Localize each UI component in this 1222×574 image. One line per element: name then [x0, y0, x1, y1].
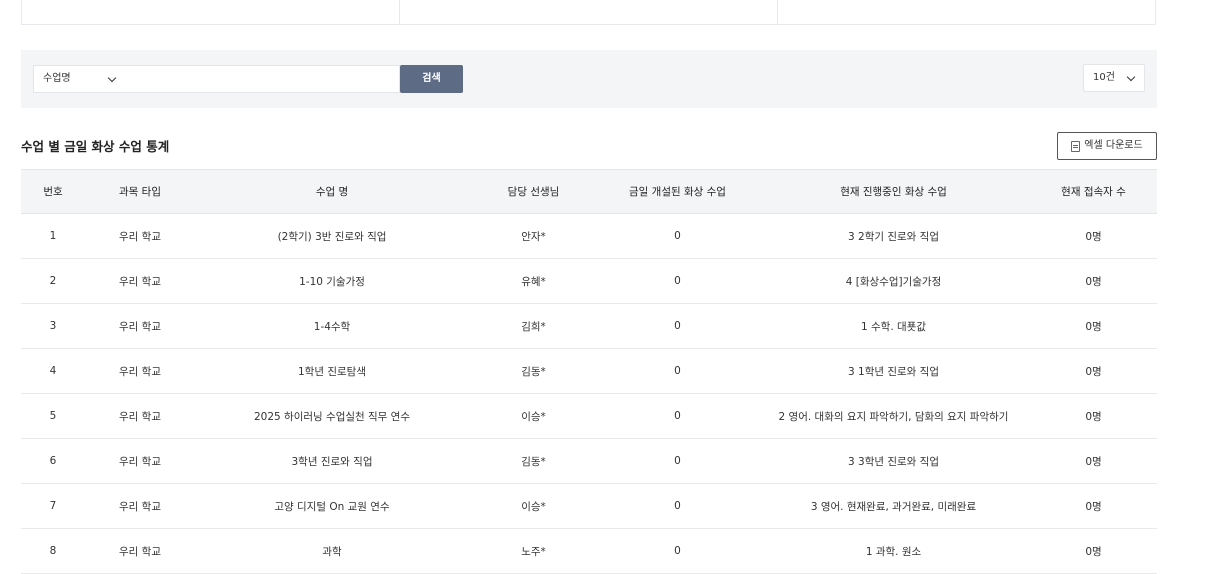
header-opened-today: 금일 개설된 화상 수업 [598, 169, 757, 214]
cell-number: 6 [21, 438, 85, 484]
excel-download-label: 엑셀 다운로드 [1084, 140, 1143, 151]
cell-in-progress: 1 수학. 대푯값 [757, 303, 1030, 349]
cell-teacher: 이승* [469, 393, 598, 439]
table-row[interactable]: 4 우리 학교 1학년 진로탐색 김동* 0 3 1학년 진로와 직업 0명 [21, 348, 1157, 394]
cell-class-name: 과학 [195, 528, 469, 574]
cell-in-progress: 2 영어. 대화의 요지 파악하기, 담화의 요지 파악하기 [757, 393, 1030, 439]
search-field-select-value: 수업명 [43, 73, 71, 84]
cell-in-progress: 3 영어. 현재완료, 과거완료, 미래완료 [757, 483, 1030, 529]
cell-opened-today: 0 [598, 303, 757, 349]
top-stats-panel [21, 0, 1156, 25]
cell-current-users: 0명 [1030, 483, 1157, 529]
cell-subject-type: 우리 학교 [85, 438, 195, 484]
cell-in-progress: 3 3학년 진로와 직업 [757, 438, 1030, 484]
stats-cell [778, 0, 1155, 24]
header-teacher: 담당 선생님 [469, 169, 598, 214]
cell-class-name: 1학년 진로탐색 [195, 348, 469, 394]
cell-teacher: 김희* [469, 303, 598, 349]
table-row[interactable]: 6 우리 학교 3학년 진로와 직업 김동* 0 3 3학년 진로와 직업 0명 [21, 438, 1157, 484]
cell-in-progress: 1 과학. 원소 [757, 528, 1030, 574]
search-button[interactable]: 검색 [400, 65, 463, 93]
cell-current-users: 0명 [1030, 303, 1157, 349]
cell-class-name: (2학기) 3반 진로와 직업 [195, 213, 469, 259]
header-class-name: 수업 명 [195, 169, 469, 214]
chevron-down-icon [1126, 72, 1136, 82]
chevron-down-icon [107, 73, 117, 83]
cell-class-name: 고양 디지털 On 교원 연수 [195, 483, 469, 529]
excel-file-icon [1071, 140, 1081, 152]
cell-teacher: 이승* [469, 483, 598, 529]
table-row[interactable]: 3 우리 학교 1-4수학 김희* 0 1 수학. 대푯값 0명 [21, 303, 1157, 349]
cell-number: 2 [21, 258, 85, 304]
cell-in-progress: 3 2학기 진로와 직업 [757, 213, 1030, 259]
cell-current-users: 0명 [1030, 213, 1157, 259]
cell-opened-today: 0 [598, 258, 757, 304]
header-in-progress: 현재 진행중인 화상 수업 [757, 169, 1030, 214]
section-title: 수업 별 금일 화상 수업 통계 [21, 139, 170, 154]
cell-teacher: 안자* [469, 213, 598, 259]
cell-current-users: 0명 [1030, 258, 1157, 304]
cell-opened-today: 0 [598, 438, 757, 484]
stats-cell [400, 0, 778, 24]
cell-current-users: 0명 [1030, 348, 1157, 394]
cell-current-users: 0명 [1030, 393, 1157, 439]
cell-opened-today: 0 [598, 348, 757, 394]
search-input[interactable] [121, 65, 400, 93]
search-bar: 수업명 검색 10건 [21, 50, 1157, 108]
cell-number: 3 [21, 303, 85, 349]
cell-class-name: 3학년 진로와 직업 [195, 438, 469, 484]
cell-teacher: 김동* [469, 438, 598, 484]
table-row[interactable]: 5 우리 학교 2025 하이러닝 수업실천 직무 연수 이승* 0 2 영어. 대화의 … [21, 393, 1157, 439]
cell-class-name: 1-10 기술가정 [195, 258, 469, 304]
header-number: 번호 [21, 169, 85, 214]
cell-number: 8 [21, 528, 85, 574]
cell-number: 7 [21, 483, 85, 529]
cell-opened-today: 0 [598, 528, 757, 574]
class-stats-table: 번호 과목 타입 수업 명 담당 선생님 금일 개설된 화상 수업 현재 진행중… [21, 169, 1157, 574]
table-row[interactable]: 2 우리 학교 1-10 기술가정 유혜* 0 4 [화상수업]기술가정 0명 [21, 258, 1157, 304]
table-row[interactable]: 1 우리 학교 (2학기) 3반 진로와 직업 안자* 0 3 2학기 진로와 직업 0명 [21, 213, 1157, 259]
table-row[interactable]: 8 우리 학교 과학 노주* 0 1 과학. 원소 0명 [21, 528, 1157, 574]
cell-current-users: 0명 [1030, 438, 1157, 484]
cell-in-progress: 3 1학년 진로와 직업 [757, 348, 1030, 394]
excel-download-button[interactable]: 엑셀 다운로드 [1057, 132, 1157, 160]
cell-subject-type: 우리 학교 [85, 213, 195, 259]
cell-teacher: 유혜* [469, 258, 598, 304]
table-header-row: 번호 과목 타입 수업 명 담당 선생님 금일 개설된 화상 수업 현재 진행중… [21, 169, 1157, 214]
stats-cell [22, 0, 400, 24]
cell-subject-type: 우리 학교 [85, 303, 195, 349]
cell-number: 1 [21, 213, 85, 259]
cell-class-name: 1-4수학 [195, 303, 469, 349]
search-field-select[interactable]: 수업명 [33, 65, 121, 93]
cell-opened-today: 0 [598, 393, 757, 439]
cell-opened-today: 0 [598, 483, 757, 529]
header-subject-type: 과목 타입 [85, 169, 195, 214]
cell-teacher: 노주* [469, 528, 598, 574]
cell-number: 5 [21, 393, 85, 439]
cell-in-progress: 4 [화상수업]기술가정 [757, 258, 1030, 304]
cell-class-name: 2025 하이러닝 수업실천 직무 연수 [195, 393, 469, 439]
cell-subject-type: 우리 학교 [85, 393, 195, 439]
page-size-value: 10건 [1093, 72, 1115, 83]
cell-current-users: 0명 [1030, 528, 1157, 574]
cell-opened-today: 0 [598, 213, 757, 259]
cell-subject-type: 우리 학교 [85, 348, 195, 394]
cell-subject-type: 우리 학교 [85, 483, 195, 529]
header-current-users: 현재 접속자 수 [1030, 169, 1157, 214]
cell-teacher: 김동* [469, 348, 598, 394]
cell-number: 4 [21, 348, 85, 394]
cell-subject-type: 우리 학교 [85, 258, 195, 304]
table-row[interactable]: 7 우리 학교 고양 디지털 On 교원 연수 이승* 0 3 영어. 현재완료, 과거완… [21, 483, 1157, 529]
cell-subject-type: 우리 학교 [85, 528, 195, 574]
page-size-select[interactable]: 10건 [1083, 64, 1145, 92]
